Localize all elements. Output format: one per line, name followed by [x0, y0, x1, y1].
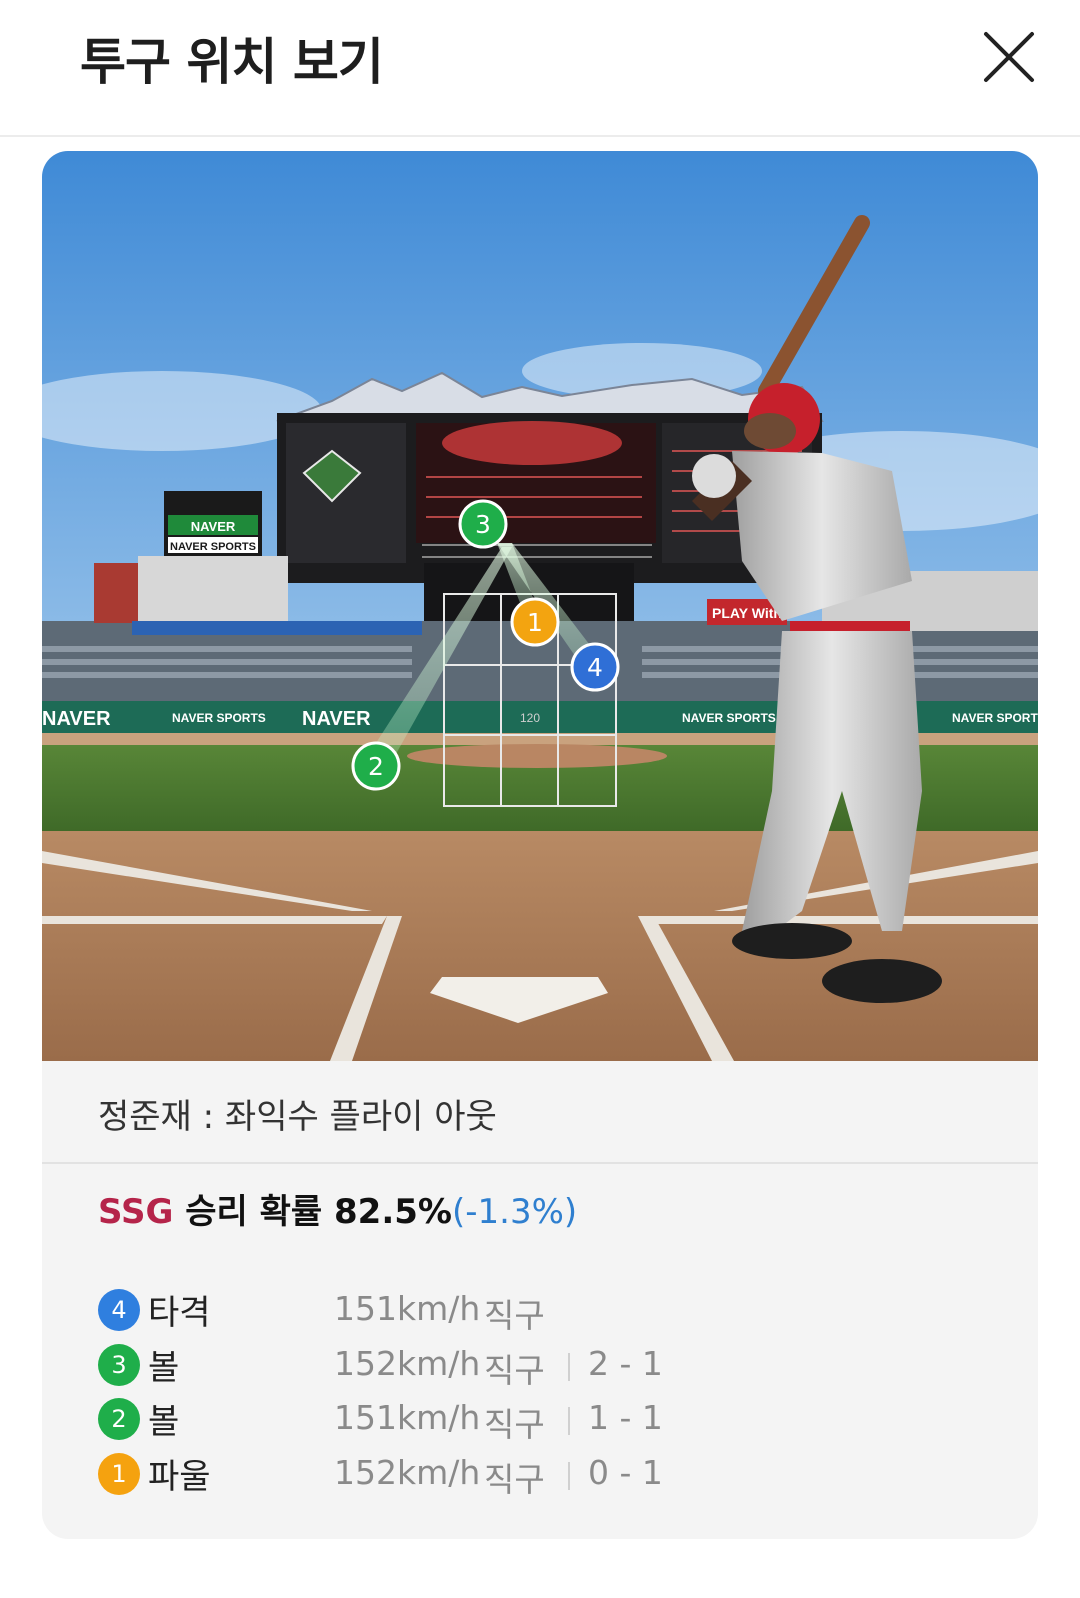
pitch-number-badge: 3 — [98, 1343, 140, 1386]
board-brand: NAVER — [191, 519, 236, 534]
pitch-speed: 152km/h — [334, 1452, 481, 1492]
close-icon[interactable] — [980, 28, 1038, 86]
board-sub: NAVER SPORTS — [170, 541, 256, 553]
pitch-type: 직구 — [484, 1459, 545, 1499]
play-result: 정준재 : 좌익수 플라이 아웃 — [42, 1061, 1038, 1164]
win-probability-value: 82.5% — [334, 1192, 452, 1232]
pitch-result: 볼 — [148, 1347, 180, 1388]
speed-readout: 120 — [520, 711, 540, 725]
pitch-card: NAVER NAVER SPORTS PLAY With NAVER NAVER… — [42, 151, 1038, 1539]
stadium-scene: NAVER NAVER SPORTS PLAY With NAVER NAVER… — [42, 151, 1038, 1061]
pitch-count: 2 - 1 — [588, 1343, 663, 1383]
pitch-row: 4 타격 151km/h 직구 — [98, 1281, 998, 1336]
header: 투구 위치 보기 — [0, 0, 1080, 137]
svg-text:2: 2 — [368, 752, 384, 781]
pitch-type: 직구 — [484, 1296, 545, 1335]
pitch-result: 파울 — [148, 1456, 211, 1497]
pitch-speed: 151km/h — [334, 1289, 481, 1328]
pitch-marker-1[interactable]: 1 — [510, 597, 560, 647]
svg-text:4: 4 — [587, 653, 603, 682]
ad-text: PLAY With — [712, 605, 782, 621]
play-result-text: 정준재 : 좌익수 플라이 아웃 — [98, 1097, 497, 1137]
pitch-count: 0 - 1 — [588, 1452, 663, 1492]
win-probability: SSG 승리 확률 82.5%(-1.3%) — [98, 1184, 577, 1233]
pitch-result: 볼 — [148, 1402, 180, 1442]
pitch-result: 타격 — [148, 1293, 211, 1333]
pitch-marker-4[interactable]: 4 — [570, 642, 620, 692]
pitch-marker-2[interactable]: 2 — [351, 741, 401, 791]
pitch-row: 2 볼 151km/h 직구 1 - 1 — [98, 1390, 998, 1445]
divider — [568, 1407, 570, 1435]
pitch-number-badge: 2 — [98, 1398, 140, 1440]
wall-text-2: NAVER SPORTS — [172, 711, 266, 725]
pitch-row: 1 파울 152km/h 직구 0 - 1 — [98, 1445, 998, 1500]
team-name: SSG — [98, 1192, 174, 1232]
page-title: 투구 위치 보기 — [80, 33, 384, 91]
pitch-list: 4 타격 151km/h 직구 3 볼 152km/h 직구 2 - 1 2 볼… — [98, 1281, 998, 1499]
divider — [568, 1352, 570, 1381]
wall-text-1: NAVER — [42, 708, 111, 730]
pitch-speed: 152km/h — [334, 1343, 481, 1383]
wall-text-3: NAVER — [302, 708, 371, 730]
svg-text:1: 1 — [527, 608, 543, 637]
pitch-type: 직구 — [484, 1350, 545, 1390]
pitch-number-badge: 1 — [98, 1452, 140, 1495]
pitch-type: 직구 — [484, 1405, 545, 1444]
win-probability-delta: (-1.3%) — [451, 1192, 578, 1232]
svg-text:3: 3 — [475, 510, 491, 539]
pitch-marker-3[interactable]: 3 — [458, 499, 508, 549]
pitch-count: 1 - 1 — [588, 1398, 663, 1437]
pitch-speed: 151km/h — [334, 1398, 481, 1437]
win-probability-label: 승리 확률 — [173, 1192, 334, 1232]
wall-text-5: NAVER SPORTS — [952, 711, 1038, 725]
wall-text-4: NAVER SPORTS — [682, 711, 776, 725]
divider — [568, 1461, 570, 1490]
pitch-row: 3 볼 152km/h 직구 2 - 1 — [98, 1336, 998, 1391]
pitch-number-badge: 4 — [98, 1289, 140, 1331]
